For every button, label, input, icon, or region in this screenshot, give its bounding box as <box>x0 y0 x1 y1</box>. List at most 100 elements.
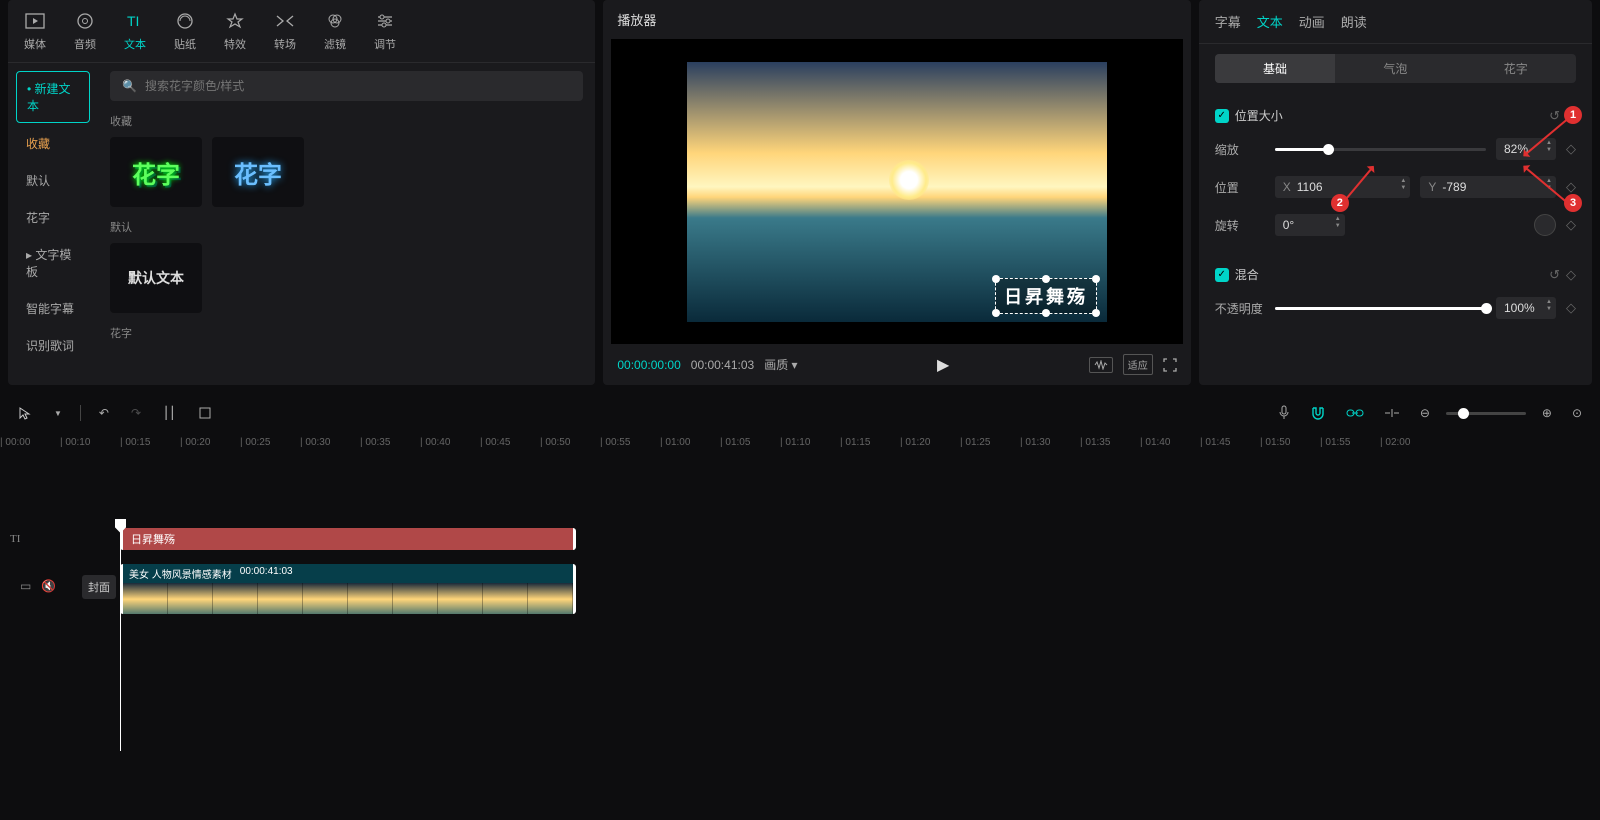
video-clip-name: 美女 人物风景情感素材 <box>129 566 232 581</box>
play-button[interactable]: ▶ <box>937 355 949 375</box>
split-button[interactable]: ⎮⎮ <box>159 402 180 424</box>
text-clip[interactable]: 日昇舞殇 <box>120 528 576 550</box>
tab-adjust[interactable]: 调节 <box>368 8 402 54</box>
undo-button[interactable]: ↶ <box>95 402 113 424</box>
top-tabs: 媒体 音频 TI 文本 贴纸 特效 转场 <box>8 0 595 63</box>
position-size-checkbox[interactable]: ✓ <box>1215 109 1229 123</box>
preview-cut-button[interactable] <box>1380 403 1404 423</box>
scale-slider[interactable] <box>1275 148 1486 151</box>
tab-transition[interactable]: 转场 <box>268 8 302 54</box>
keyframe-icon[interactable]: ◇ <box>1566 141 1576 157</box>
stepper-icon[interactable]: ▲▼ <box>1546 140 1552 154</box>
blend-checkbox[interactable]: ✓ <box>1215 268 1229 282</box>
stepper-icon[interactable]: ▲▼ <box>1335 216 1341 230</box>
rotation-row: 旋转 0° ▲▼ ◇ <box>1215 206 1576 244</box>
opacity-row: 不透明度 100% ▲▼ ◇ <box>1215 289 1576 327</box>
zoom-in-button[interactable]: ⊕ <box>1538 402 1556 424</box>
fullscreen-button[interactable] <box>1163 358 1177 372</box>
keyframe-icon[interactable]: ◇ <box>1566 267 1576 283</box>
cover-button[interactable]: 封面 <box>82 575 116 599</box>
tab-effects[interactable]: 特效 <box>218 8 252 54</box>
mic-button[interactable] <box>1274 401 1294 425</box>
reset-icon[interactable]: ↺ <box>1549 108 1560 124</box>
video-clip[interactable]: 美女 人物风景情感素材 00:00:41:03 <box>120 564 576 614</box>
zoom-slider[interactable] <box>1446 412 1526 415</box>
tab-text[interactable]: TI 文本 <box>118 8 152 54</box>
time-current: 00:00:00:00 <box>617 358 680 372</box>
text-overlay-selection[interactable]: 日昇舞殇 <box>995 278 1097 314</box>
pos-y-input[interactable]: Y -789 ▲▼ <box>1420 176 1556 198</box>
tab-sticker[interactable]: 贴纸 <box>168 8 202 54</box>
assets-list: 🔍 收藏 花字 花字 默认 默认文本 花字 <box>98 63 595 385</box>
properties-panel: 字幕 文本 动画 朗读 基础 气泡 花字 ✓ 位置大小 ↺ ◇ 缩放 <box>1199 0 1592 385</box>
mute-icon[interactable]: 🔇 <box>41 579 56 593</box>
sidebar-favorites[interactable]: 收藏 <box>16 127 90 160</box>
opacity-slider[interactable] <box>1275 307 1486 310</box>
redo-button[interactable]: ↷ <box>127 402 145 424</box>
annotation-1: 1 <box>1564 106 1582 124</box>
annotation-3: 3 <box>1564 194 1582 212</box>
right-tab-subtitle[interactable]: 字幕 <box>1215 12 1241 31</box>
magnet-button[interactable] <box>1306 402 1330 424</box>
player-viewport[interactable]: 日昇舞殇 <box>611 39 1182 344</box>
stepper-icon[interactable]: ▲▼ <box>1546 299 1552 313</box>
sub-tab-bubble[interactable]: 气泡 <box>1335 54 1455 83</box>
keyframe-icon[interactable]: ◇ <box>1566 300 1576 316</box>
sidebar-recognize-lyrics[interactable]: 识别歌词 <box>16 329 90 362</box>
sub-tabs: 基础 气泡 花字 <box>1215 54 1576 83</box>
sidebar-smart-subtitle[interactable]: 智能字幕 <box>16 292 90 325</box>
effects-icon <box>224 10 246 32</box>
fit-button[interactable]: 适应 <box>1123 354 1153 375</box>
pointer-dropdown[interactable]: ▼ <box>50 405 66 422</box>
timeline-toolbar: ▼ ↶ ↷ ⎮⎮ ⊖ ⊕ ⊙ <box>0 393 1600 433</box>
right-tab-read[interactable]: 朗读 <box>1341 12 1367 31</box>
tab-media[interactable]: 媒体 <box>18 8 52 54</box>
tab-audio[interactable]: 音频 <box>68 8 102 54</box>
video-track-controls: ▭ 🔇 <box>20 579 56 593</box>
playhead[interactable] <box>120 521 121 751</box>
search-icon: 🔍 <box>122 79 137 93</box>
rotation-dial[interactable] <box>1534 214 1556 236</box>
keyframe-icon[interactable]: ◇ <box>1566 179 1576 195</box>
quality-selector[interactable]: 画质 ▾ <box>764 356 797 373</box>
sidebar-default[interactable]: 默认 <box>16 164 90 197</box>
tab-filter[interactable]: 滤镜 <box>318 8 352 54</box>
search-box[interactable]: 🔍 <box>110 71 583 101</box>
sidebar-new-text[interactable]: • 新建文本 <box>16 71 90 123</box>
link-button[interactable] <box>1342 404 1368 422</box>
time-total: 00:00:41:03 <box>691 358 754 372</box>
reset-icon[interactable]: ↺ <box>1549 267 1560 283</box>
sticker-icon <box>174 10 196 32</box>
right-tab-text[interactable]: 文本 <box>1257 12 1283 31</box>
position-size-section: ✓ 位置大小 ↺ ◇ 缩放 82% ▲▼ ◇ 1 位置 <box>1199 93 1592 252</box>
lock-icon[interactable]: ▭ <box>20 579 31 593</box>
audio-icon <box>74 10 96 32</box>
asset-default-text[interactable]: 默认文本 <box>110 243 202 313</box>
pointer-tool[interactable] <box>14 402 36 424</box>
zoom-out-button[interactable]: ⊖ <box>1416 402 1434 424</box>
opacity-input[interactable]: 100% ▲▼ <box>1496 297 1556 319</box>
video-frame: 日昇舞殇 <box>687 62 1107 322</box>
search-input[interactable] <box>145 79 571 93</box>
sub-tab-huazi[interactable]: 花字 <box>1456 54 1576 83</box>
sub-tab-basic[interactable]: 基础 <box>1215 54 1335 83</box>
keyframe-icon[interactable]: ◇ <box>1566 217 1576 233</box>
waveform-button[interactable] <box>1089 357 1113 373</box>
stepper-icon[interactable]: ▲▼ <box>1400 178 1406 192</box>
asset-huazi-green[interactable]: 花字 <box>110 137 202 207</box>
right-tabs: 字幕 文本 动画 朗读 <box>1199 0 1592 44</box>
zoom-fit-button[interactable]: ⊙ <box>1568 402 1586 424</box>
section-default: 默认 <box>110 219 583 235</box>
timeline-tracks[interactable]: TI 日昇舞殇 ▭ 🔇 封面 美女 人物风景情感素材 00:00:41:03 <box>0 521 1600 751</box>
right-tab-animation[interactable]: 动画 <box>1299 12 1325 31</box>
crop-button[interactable] <box>194 402 216 424</box>
rotation-input[interactable]: 0° ▲▼ <box>1275 214 1345 236</box>
assets-panel: 媒体 音频 TI 文本 贴纸 特效 转场 <box>8 0 595 385</box>
asset-huazi-blue[interactable]: 花字 <box>212 137 304 207</box>
media-icon <box>24 10 46 32</box>
timeline-ruler[interactable]: | 00:00| 00:10| 00:15| 00:20| 00:25| 00:… <box>0 433 1600 451</box>
sidebar-text-template[interactable]: ▸ 文字模板 <box>16 238 90 288</box>
text-sidebar: • 新建文本 收藏 默认 花字 ▸ 文字模板 智能字幕 识别歌词 <box>8 63 98 385</box>
sidebar-huazi[interactable]: 花字 <box>16 201 90 234</box>
video-track: ▭ 🔇 封面 美女 人物风景情感素材 00:00:41:03 <box>120 561 1600 617</box>
